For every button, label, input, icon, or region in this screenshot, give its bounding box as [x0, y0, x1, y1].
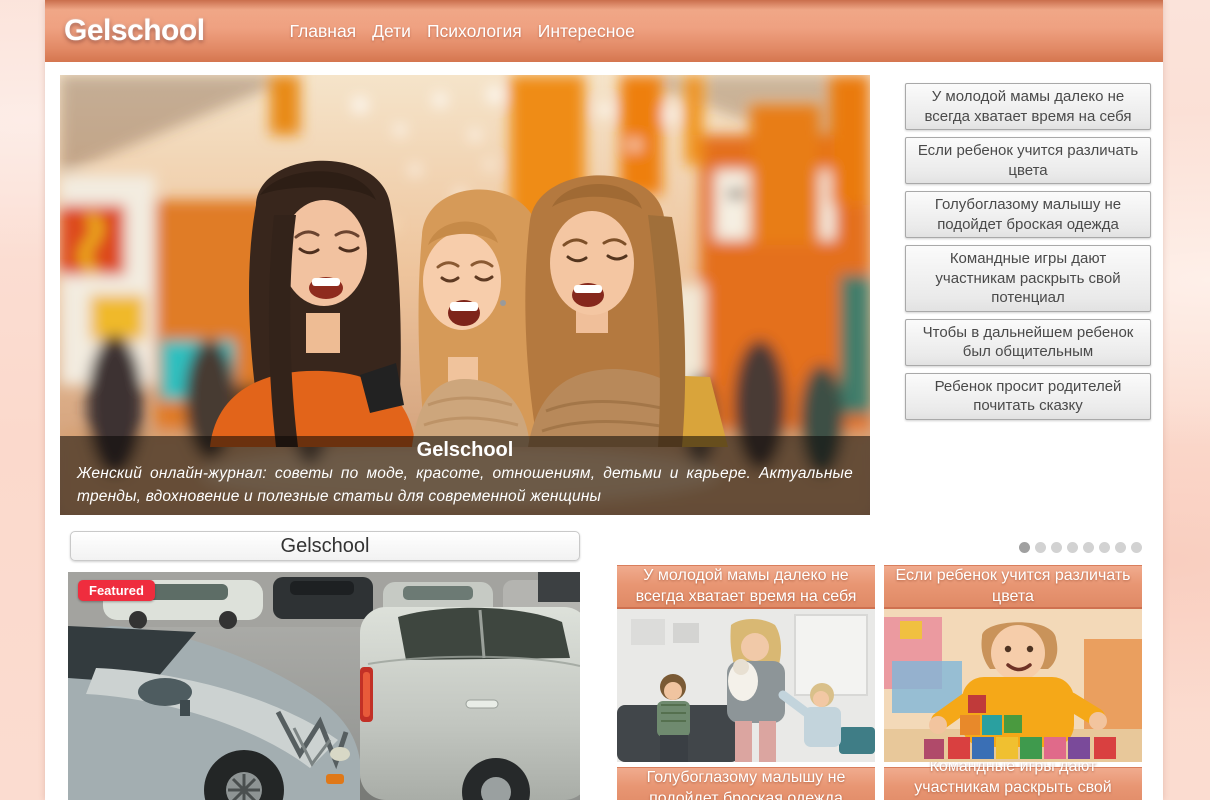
sidebar: У молодой мамы далеко не всегда хватает … [905, 83, 1151, 420]
nav-item-psychology[interactable]: Психология [427, 21, 522, 42]
featured-image-car-crash [68, 572, 580, 800]
sidebar-item-sociable[interactable]: Чтобы в дальнейшем ребенок был общительн… [905, 319, 1151, 366]
featured-article[interactable]: Featured [68, 572, 580, 800]
nav-item-children[interactable]: Дети [372, 21, 411, 42]
card-image-child-blocks [884, 609, 1142, 762]
nav-item-interesting[interactable]: Интересное [538, 21, 635, 42]
pagination-dot-1[interactable] [1019, 542, 1030, 553]
card-mom-time[interactable]: У молодой мамы далеко не всегда хватает … [617, 565, 875, 762]
card-learning-colors[interactable]: Если ребенок учится различать цвета [884, 565, 1142, 762]
pagination-dot-2[interactable] [1035, 542, 1046, 553]
sidebar-item-colors[interactable]: Если ребенок учится различать цвета [905, 137, 1151, 184]
pagination-dot-4[interactable] [1067, 542, 1078, 553]
content-wrapper: Gelschool Главная Дети Психология Интере… [45, 0, 1163, 800]
sidebar-item-fairy-tale[interactable]: Ребенок просит родителей почитать сказку [905, 373, 1151, 420]
pagination-dot-8[interactable] [1131, 542, 1142, 553]
hero-caption: Gelschool Женский онлайн-журнал: советы … [60, 436, 870, 515]
pagination-dot-6[interactable] [1099, 542, 1110, 553]
card-team-games[interactable]: Командные игры дают участникам раскрыть … [884, 767, 1142, 800]
site-logo[interactable]: Gelschool [64, 14, 205, 48]
main-nav: Главная Дети Психология Интересное [290, 21, 635, 42]
card-title: Голубоглазому малышу не подойдет броская… [617, 767, 875, 800]
card-title: Командные игры дают участникам раскрыть … [884, 767, 1142, 800]
hero-caption-text: Женский онлайн-журнал: советы по моде, к… [77, 462, 853, 509]
card-image-busy-mom [617, 609, 875, 762]
page: Gelschool Главная Дети Психология Интере… [0, 0, 1210, 800]
nav-item-home[interactable]: Главная [290, 21, 357, 42]
pagination-dot-5[interactable] [1083, 542, 1094, 553]
card-blue-eyed-baby[interactable]: Голубоглазому малышу не подойдет броская… [617, 767, 875, 800]
pagination-dot-3[interactable] [1051, 542, 1062, 553]
article-cards: У молодой мамы далеко не всегда хватает … [617, 565, 1142, 800]
header: Gelschool Главная Дети Психология Интере… [45, 0, 1163, 62]
sidebar-item-mom-time[interactable]: У молодой мамы далеко не всегда хватает … [905, 83, 1151, 130]
hero-caption-title: Gelschool [77, 439, 853, 462]
pagination-dot-7[interactable] [1115, 542, 1126, 553]
featured-badge: Featured [78, 580, 155, 601]
hero-banner: Gelschool Женский онлайн-журнал: советы … [60, 75, 870, 515]
sidebar-item-blue-eyed[interactable]: Голубоглазому малышу не подойдет броская… [905, 191, 1151, 238]
slider-pagination [1019, 542, 1142, 553]
sidebar-item-team-games[interactable]: Командные игры дают участникам раскрыть … [905, 245, 1151, 312]
section-title-bar: Gelschool [70, 531, 580, 561]
card-title: Если ребенок учится различать цвета [884, 565, 1142, 609]
card-title: У молодой мамы далеко не всегда хватает … [617, 565, 875, 609]
